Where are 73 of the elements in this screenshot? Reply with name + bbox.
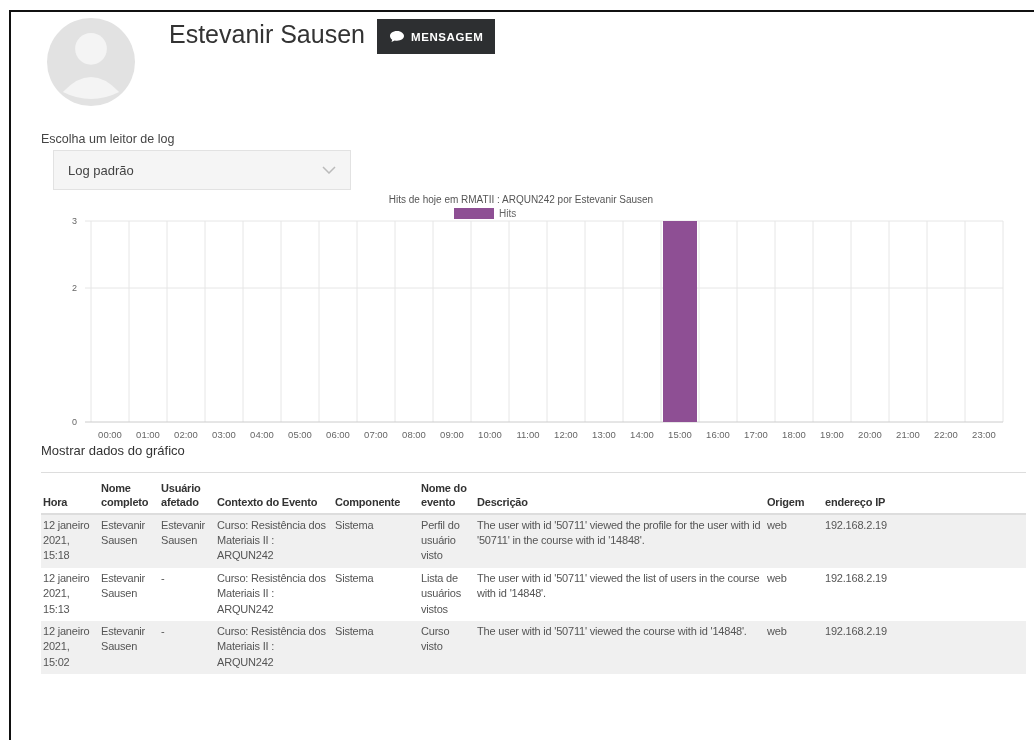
table-cell: The user with id '50711' viewed the list of users in the course with id '14848'. — [475, 567, 765, 621]
column-header: endereço IP — [823, 472, 1026, 514]
table-cell: web — [765, 513, 823, 568]
table-cell: - — [159, 620, 215, 675]
legend-label: Hits — [499, 208, 517, 219]
profile-name: Estevanir Sausen — [169, 20, 365, 49]
table-cell: Sistema — [333, 567, 419, 621]
x-tick-label: 20:00 — [858, 429, 882, 440]
x-tick-label: 19:00 — [820, 429, 844, 440]
x-tick-label: 22:00 — [934, 429, 958, 440]
table-cell: Perfil do usuário visto — [419, 513, 475, 568]
table-cell: Curso: Resistência dos Materiais II : ARQUN242 — [215, 513, 333, 568]
y-tick-label: 3 — [72, 216, 77, 226]
x-tick-label: 23:00 — [972, 429, 996, 440]
chevron-down-icon — [322, 166, 336, 174]
x-tick-label: 04:00 — [250, 429, 274, 440]
y-tick-label: 2 — [72, 283, 77, 293]
table-cell: Curso: Resistência dos Materiais II : ARQUN242 — [215, 567, 333, 621]
x-tick-label: 13:00 — [592, 429, 616, 440]
chart-legend-item: Hits — [454, 208, 517, 219]
table-cell: 12 janeiro 2021, 15:13 — [41, 567, 99, 621]
table-cell: 192.168.2.19 — [823, 567, 1026, 621]
show-chart-data-link[interactable]: Mostrar dados do gráfico — [41, 443, 1034, 458]
table-cell: 192.168.2.19 — [823, 620, 1026, 675]
x-tick-label: 21:00 — [896, 429, 920, 440]
x-tick-label: 07:00 — [364, 429, 388, 440]
x-tick-label: 14:00 — [630, 429, 654, 440]
x-tick-label: 05:00 — [288, 429, 312, 440]
x-tick-label: 09:00 — [440, 429, 464, 440]
x-tick-label: 06:00 — [326, 429, 350, 440]
table-cell: web — [765, 620, 823, 675]
table-cell: web — [765, 567, 823, 621]
chart-title: Hits de hoje em RMATII : ARQUN242 por Estevanir Sausen — [387, 194, 655, 205]
x-tick-label: 16:00 — [706, 429, 730, 440]
speech-bubble-icon — [388, 30, 405, 43]
x-tick-label: 11:00 — [516, 429, 540, 440]
field-label: Escolha um leitor de log — [41, 132, 176, 146]
x-tick-label: 08:00 — [402, 429, 426, 440]
column-header: Componente — [333, 472, 419, 514]
table-cell: Lista de usuários vistos — [419, 567, 475, 621]
column-header: Hora — [41, 472, 99, 514]
table-cell: Curso: Resistência dos Materiais II : ARQUN242 — [215, 620, 333, 675]
log-reader-select[interactable]: Log padrão — [53, 150, 351, 190]
column-header: Nome do evento — [419, 472, 475, 514]
table-cell: Sistema — [333, 513, 419, 568]
table-cell: The user with id '50711' viewed the profile for the user with id '50711' in the course with id '14848'. — [475, 513, 765, 568]
column-header: Usuário afetado — [159, 472, 215, 514]
x-tick-label: 17:00 — [744, 429, 768, 440]
column-header: Descrição — [475, 472, 765, 514]
table-cell: - — [159, 567, 215, 621]
table-cell: Estevanir Sausen — [99, 620, 159, 675]
x-tick-label: 15:00 — [668, 429, 692, 440]
table-cell: 12 janeiro 2021, 15:02 — [41, 620, 99, 675]
table-cell: The user with id '50711' viewed the course with id '14848'. — [475, 620, 765, 675]
message-button[interactable]: MENSAGEM — [376, 19, 496, 54]
column-header: Nome completo — [99, 472, 159, 514]
x-tick-label: 00:00 — [98, 429, 122, 440]
x-tick-label: 01:00 — [136, 429, 160, 440]
column-header: Origem — [765, 472, 823, 514]
table-cell: Estevanir Sausen — [99, 567, 159, 621]
table-cell: Curso visto — [419, 620, 475, 675]
x-tick-label: 12:00 — [554, 429, 578, 440]
x-tick-label: 10:00 — [478, 429, 502, 440]
x-tick-label: 02:00 — [174, 429, 198, 440]
table-cell: 12 janeiro 2021, 15:18 — [41, 513, 99, 568]
table-cell: Sistema — [333, 620, 419, 675]
table-cell: Estevanir Sausen — [99, 513, 159, 568]
x-tick-label: 18:00 — [782, 429, 806, 440]
x-tick-label: 03:00 — [212, 429, 236, 440]
table-cell: 192.168.2.19 — [823, 513, 1026, 568]
column-header: Contexto do Evento — [215, 472, 333, 514]
y-tick-label: 0 — [72, 417, 77, 427]
table-cell: Estevanir Sausen — [159, 513, 215, 568]
